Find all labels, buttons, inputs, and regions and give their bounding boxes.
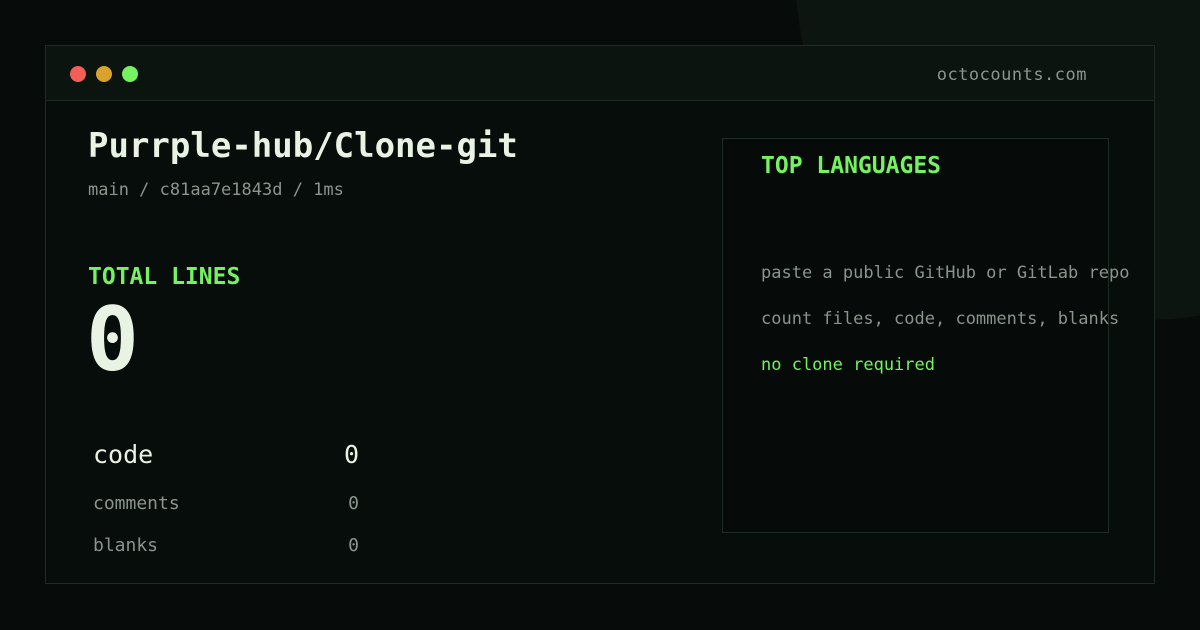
stat-value-blanks: 0 <box>348 535 359 556</box>
repo-meta: main / c81aa7e1843d / 1ms <box>88 180 344 200</box>
info-line: count files, code, comments, blanks <box>761 309 1120 329</box>
info-line-highlight: no clone required <box>761 355 935 375</box>
close-window-icon[interactable] <box>70 66 86 82</box>
stat-label-comments: comments <box>93 493 180 514</box>
top-languages-title: TOP LANGUAGES <box>761 153 942 179</box>
page: octocounts.com Purrple-hub/Clone-git mai… <box>0 0 1200 630</box>
site-domain: octocounts.com <box>936 65 1087 85</box>
stat-value-code: 0 <box>343 440 359 469</box>
info-line: paste a public GitHub or GitLab repo <box>761 263 1130 283</box>
total-lines-value: 0 <box>86 288 139 391</box>
stat-label-code: code <box>93 440 154 469</box>
minimize-window-icon[interactable] <box>96 66 112 82</box>
stat-label-blanks: blanks <box>93 535 159 556</box>
total-lines-label: TOTAL LINES <box>88 264 241 290</box>
maximize-window-icon[interactable] <box>122 66 138 82</box>
window-titlebar: octocounts.com <box>46 46 1154 101</box>
repo-title: Purrple-hub/Clone-git <box>88 126 518 166</box>
app-window: octocounts.com Purrple-hub/Clone-git mai… <box>45 45 1155 584</box>
top-languages-panel: TOP LANGUAGES paste a public GitHub or G… <box>722 138 1129 533</box>
stat-value-comments: 0 <box>348 493 359 514</box>
